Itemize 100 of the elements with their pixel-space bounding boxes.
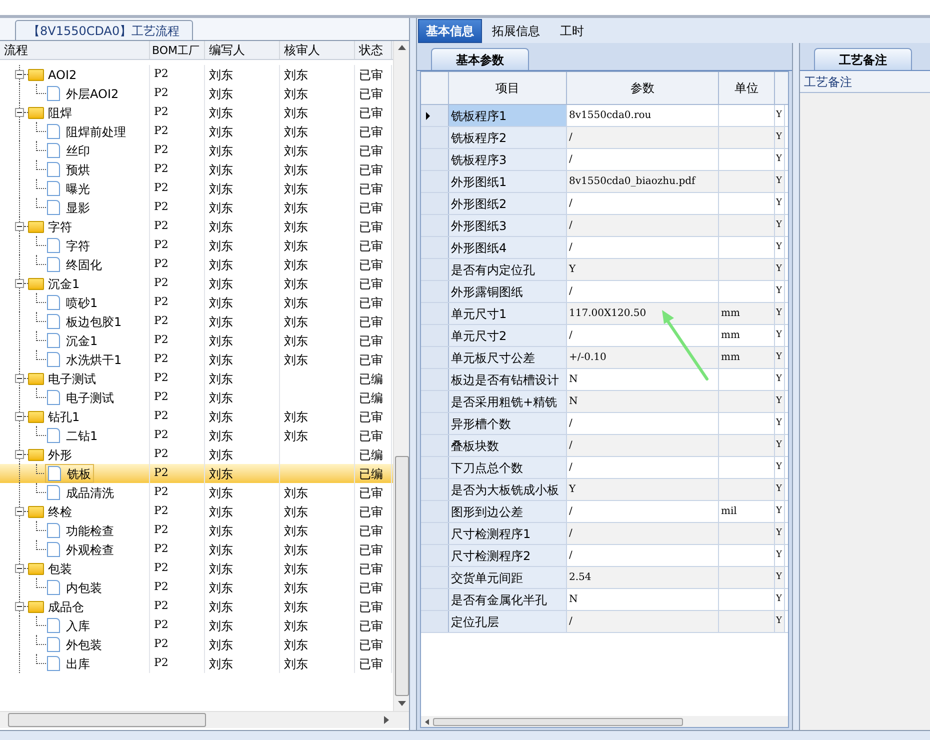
tree-row[interactable]: 字符: [45, 236, 92, 255]
column-header[interactable]: 参数: [630, 79, 654, 97]
horizontal-scrollbar[interactable]: [0, 711, 409, 728]
tree-row[interactable]: AOI2: [0, 65, 150, 84]
tab[interactable]: 基本信息: [418, 19, 482, 43]
horizontal-scrollbar[interactable]: [421, 716, 788, 727]
tree-item-label[interactable]: 功能检查: [66, 522, 114, 540]
tree-item-label[interactable]: 二钻1: [66, 426, 98, 444]
tree-item-label[interactable]: 成品清洗: [66, 484, 114, 502]
tab[interactable]: 拓展信息: [482, 19, 550, 43]
tree-row[interactable]: 钻孔1: [0, 407, 150, 426]
tree-row[interactable]: 电子测试: [45, 388, 116, 407]
tree-row[interactable]: 阻焊: [0, 103, 150, 122]
tree-item-label[interactable]: 水洗烘干1: [66, 350, 122, 368]
tree-row[interactable]: 电子测试: [0, 369, 150, 388]
collapse-icon[interactable]: [15, 602, 24, 611]
column-header[interactable]: 状态: [355, 43, 387, 57]
tree-row[interactable]: 沉金1: [0, 274, 150, 293]
column-header[interactable]: 项目: [496, 79, 520, 97]
column-header[interactable]: 核审人: [280, 43, 324, 57]
collapse-icon[interactable]: [15, 222, 24, 231]
tree-item-label[interactable]: 终固化: [66, 256, 102, 274]
column-header[interactable]: BOM工厂: [150, 44, 202, 57]
tree-row[interactable]: 成品清洗: [45, 483, 116, 502]
tree-row[interactable]: 板边包胶1: [45, 312, 124, 331]
tree-item-label[interactable]: 包装: [48, 560, 72, 578]
tree-item-label[interactable]: 外包装: [66, 636, 102, 654]
tree-item-label[interactable]: 出库: [66, 654, 90, 672]
tree-row[interactable]: 二钻1: [45, 426, 100, 445]
document-icon: [47, 637, 60, 652]
tree-row[interactable]: 喷砂1: [45, 293, 100, 312]
tree-row[interactable]: 功能检查: [45, 521, 116, 540]
scrollbar-thumb[interactable]: [394, 456, 408, 696]
tree-item-label[interactable]: 曝光: [66, 180, 90, 198]
tree-item-label[interactable]: 入库: [66, 616, 90, 634]
tree-item-label[interactable]: 电子测试: [66, 388, 114, 406]
tree-item-label[interactable]: 外形: [48, 446, 72, 464]
tree-row[interactable]: 阻焊前处理: [45, 122, 128, 141]
tree-row[interactable]: 曝光: [45, 179, 92, 198]
tree-item-label[interactable]: 成品仓: [48, 598, 84, 616]
scroll-right-icon[interactable]: [384, 716, 389, 724]
tree-row[interactable]: 外观检查: [45, 540, 116, 559]
tree-item-label[interactable]: 丝印: [66, 142, 90, 160]
tree-row[interactable]: 沉金1: [45, 331, 100, 350]
collapse-icon[interactable]: [15, 412, 24, 421]
notes-area[interactable]: [800, 93, 930, 730]
table-cell-text: P2: [154, 313, 168, 330]
column-header[interactable]: 单位: [734, 79, 758, 97]
tree-item-label[interactable]: 钻孔1: [48, 408, 80, 426]
tree-row[interactable]: 外层AOI2: [45, 84, 121, 103]
document-icon: [47, 257, 60, 272]
column-header[interactable]: 流程: [0, 43, 32, 57]
tree-item-label[interactable]: 预烘: [66, 160, 90, 178]
tree-item-label[interactable]: 外观检查: [66, 540, 114, 558]
tree-item-label[interactable]: 外层AOI2: [66, 84, 119, 102]
tree-item-label[interactable]: 铣板: [67, 464, 91, 482]
vertical-scrollbar[interactable]: [393, 41, 409, 711]
tree-item-label[interactable]: 阻焊前处理: [66, 122, 126, 140]
tree-row[interactable]: 入库: [45, 616, 92, 635]
column-header[interactable]: 编写人: [205, 43, 249, 57]
tree-item-label[interactable]: AOI2: [48, 66, 77, 84]
collapse-icon[interactable]: [15, 70, 24, 79]
collapse-icon[interactable]: [15, 450, 24, 459]
scroll-left-icon[interactable]: [425, 718, 429, 724]
tree-row[interactable]: 显影: [45, 198, 92, 217]
tree-item-label[interactable]: 板边包胶1: [66, 312, 122, 330]
sub-tab[interactable]: 基本参数: [431, 48, 529, 70]
collapse-icon[interactable]: [15, 507, 24, 516]
tree-row[interactable]: 丝印: [45, 141, 92, 160]
tab[interactable]: 工时: [550, 19, 594, 43]
tree-item-label[interactable]: 喷砂1: [66, 294, 98, 312]
tree-row[interactable]: 内包装: [45, 578, 104, 597]
tree-item-label[interactable]: 字符: [48, 218, 72, 236]
tree-row[interactable]: 终检: [0, 502, 150, 521]
table-cell-text: P2: [154, 218, 168, 234]
tree-row[interactable]: 终固化: [45, 255, 104, 274]
tree-item-label[interactable]: 显影: [66, 198, 90, 216]
tree-row[interactable]: 字符: [0, 217, 150, 236]
tree-item-label[interactable]: 字符: [66, 236, 90, 254]
tree-item-label[interactable]: 内包装: [66, 578, 102, 596]
collapse-icon[interactable]: [15, 279, 24, 288]
tree-item-label[interactable]: 沉金1: [48, 274, 80, 292]
tree-row[interactable]: 成品仓: [0, 597, 150, 616]
tree-row[interactable]: 外包装: [45, 635, 104, 654]
collapse-icon[interactable]: [15, 374, 24, 383]
tree-row[interactable]: 水洗烘干1: [45, 350, 124, 369]
tree-row[interactable]: 出库: [45, 654, 92, 673]
notes-tab[interactable]: 工艺备注: [814, 48, 912, 70]
tree-row[interactable]: 包装: [0, 559, 150, 578]
tree-row[interactable]: 铣板: [45, 464, 94, 483]
tree-item-label[interactable]: 终检: [48, 502, 72, 520]
collapse-icon[interactable]: [15, 108, 24, 117]
tree-row[interactable]: 预烘: [45, 160, 92, 179]
collapse-icon[interactable]: [15, 564, 24, 573]
tree-item-label[interactable]: 阻焊: [48, 104, 72, 122]
tree-item-label[interactable]: 电子测试: [48, 370, 96, 388]
tree-item-label[interactable]: 沉金1: [66, 332, 98, 350]
scrollbar-thumb[interactable]: [8, 713, 206, 727]
scrollbar-thumb[interactable]: [433, 718, 683, 726]
row-header[interactable]: [421, 105, 449, 126]
